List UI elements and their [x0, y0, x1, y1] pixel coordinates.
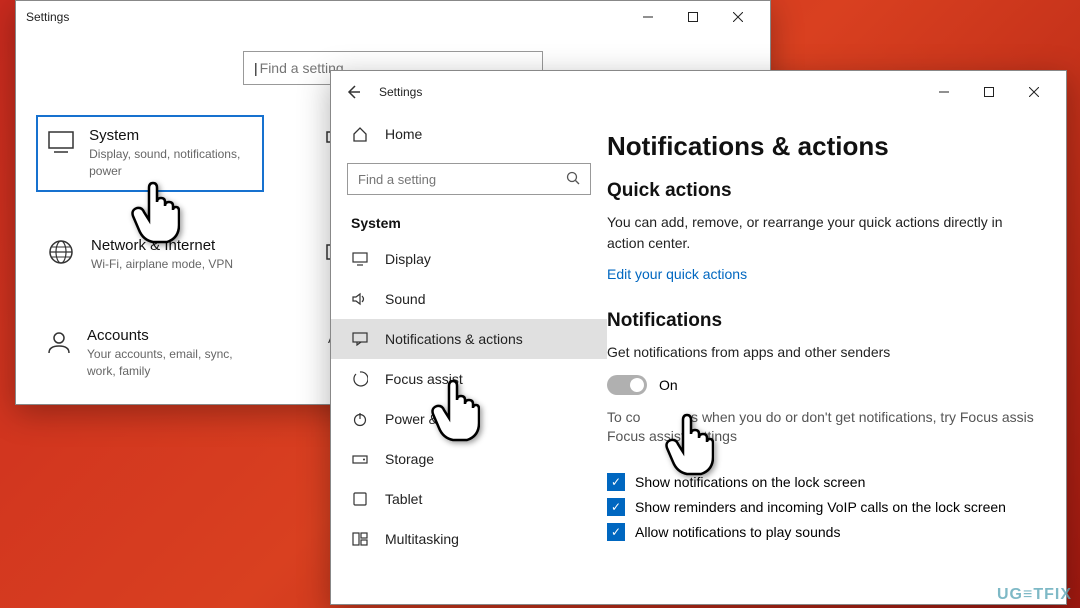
checkbox-label: Allow notifications to play sounds — [635, 524, 840, 540]
settings-system-window: Settings Home System Display Sound Notif… — [330, 70, 1067, 605]
sidebar-home[interactable]: Home — [331, 113, 607, 155]
page-title: Notifications & actions — [607, 131, 1041, 162]
focus-icon — [351, 371, 369, 387]
sidebar-item-storage[interactable]: Storage — [331, 439, 607, 479]
checkbox-reminders[interactable]: ✓ Show reminders and incoming VoIP calls … — [607, 498, 1041, 516]
titlebar: Settings — [331, 71, 1066, 113]
tile-network[interactable]: Network & Internet Wi-Fi, airplane mode, … — [36, 227, 264, 283]
sidebar-item-notifications[interactable]: Notifications & actions — [331, 319, 607, 359]
maximize-button[interactable] — [670, 2, 715, 32]
sidebar-item-power[interactable]: Power & sleep — [331, 399, 607, 439]
checkbox-icon: ✓ — [607, 498, 625, 516]
back-button[interactable] — [341, 80, 365, 104]
sidebar-label: Notifications & actions — [385, 331, 523, 347]
toggle-label: On — [659, 377, 678, 393]
minimize-button[interactable] — [921, 77, 966, 107]
checkbox-label: Show reminders and incoming VoIP calls o… — [635, 499, 1006, 515]
content-panel: Notifications & actions Quick actions Yo… — [607, 113, 1066, 604]
quick-actions-desc: You can add, remove, or rearrange your q… — [607, 212, 1041, 254]
display-icon — [351, 252, 369, 266]
checkbox-label: Show notifications on the lock screen — [635, 474, 865, 490]
power-icon — [351, 411, 369, 427]
tile-desc: Display, sound, notifications, power — [89, 146, 252, 180]
focus-assist-link[interactable]: Focus assist settings — [607, 428, 1041, 444]
sidebar-label: Power & sleep — [385, 411, 475, 427]
sound-icon — [351, 292, 369, 306]
titlebar: Settings — [16, 1, 770, 33]
tile-title: Network & Internet — [91, 237, 233, 254]
sidebar-search[interactable] — [347, 163, 591, 195]
tile-system[interactable]: System Display, sound, notifications, pow… — [36, 115, 264, 192]
checkbox-icon: ✓ — [607, 473, 625, 491]
window-controls — [625, 2, 760, 32]
notifications-toggle[interactable] — [607, 375, 647, 395]
sidebar-search-field[interactable] — [358, 172, 566, 187]
sidebar-item-sound[interactable]: Sound — [331, 279, 607, 319]
window-controls — [921, 77, 1056, 107]
accounts-icon — [46, 327, 72, 357]
edit-quick-actions-link[interactable]: Edit your quick actions — [607, 266, 1041, 282]
sidebar-label: Multitasking — [385, 531, 459, 547]
home-icon — [351, 126, 369, 142]
sidebar-label: Sound — [385, 291, 425, 307]
tablet-icon — [351, 492, 369, 506]
tile-desc: Your accounts, email, sync, work, family — [87, 346, 254, 380]
tile-title: System — [89, 127, 252, 144]
quick-actions-heading: Quick actions — [607, 180, 1041, 202]
checkbox-icon: ✓ — [607, 523, 625, 541]
close-button[interactable] — [715, 2, 760, 32]
sidebar-label: Focus assist — [385, 371, 463, 387]
storage-icon — [351, 452, 369, 466]
system-icon — [48, 127, 74, 157]
close-button[interactable] — [1011, 77, 1056, 107]
notifications-desc: Get notifications from apps and other se… — [607, 342, 1041, 363]
checkbox-lock-screen[interactable]: ✓ Show notifications on the lock screen — [607, 473, 1041, 491]
minimize-button[interactable] — [625, 2, 670, 32]
sidebar-label: Home — [385, 126, 422, 142]
window-title: Settings — [26, 10, 625, 24]
globe-icon — [46, 237, 76, 267]
focus-hint-text: To co es when you do or don't get notifi… — [607, 407, 1041, 428]
sidebar-label: Tablet — [385, 491, 422, 507]
sidebar: Home System Display Sound Notifications … — [331, 113, 607, 604]
sidebar-item-focus[interactable]: Focus assist — [331, 359, 607, 399]
sidebar-item-multitasking[interactable]: Multitasking — [331, 519, 607, 559]
sidebar-heading: System — [331, 205, 607, 239]
maximize-button[interactable] — [966, 77, 1011, 107]
notifications-icon — [351, 332, 369, 346]
tile-title: Accounts — [87, 327, 254, 344]
watermark: UG≡TFIX — [997, 586, 1072, 604]
sidebar-label: Storage — [385, 451, 434, 467]
search-icon — [566, 171, 580, 188]
notifications-heading: Notifications — [607, 310, 1041, 332]
sidebar-item-tablet[interactable]: Tablet — [331, 479, 607, 519]
window-title: Settings — [379, 85, 921, 99]
sidebar-label: Display — [385, 251, 431, 267]
sidebar-item-display[interactable]: Display — [331, 239, 607, 279]
checkbox-sounds[interactable]: ✓ Allow notifications to play sounds — [607, 523, 1041, 541]
multitasking-icon — [351, 532, 369, 546]
tile-desc: Wi-Fi, airplane mode, VPN — [91, 256, 233, 273]
tile-accounts[interactable]: Accounts Your accounts, email, sync, work… — [36, 317, 264, 390]
